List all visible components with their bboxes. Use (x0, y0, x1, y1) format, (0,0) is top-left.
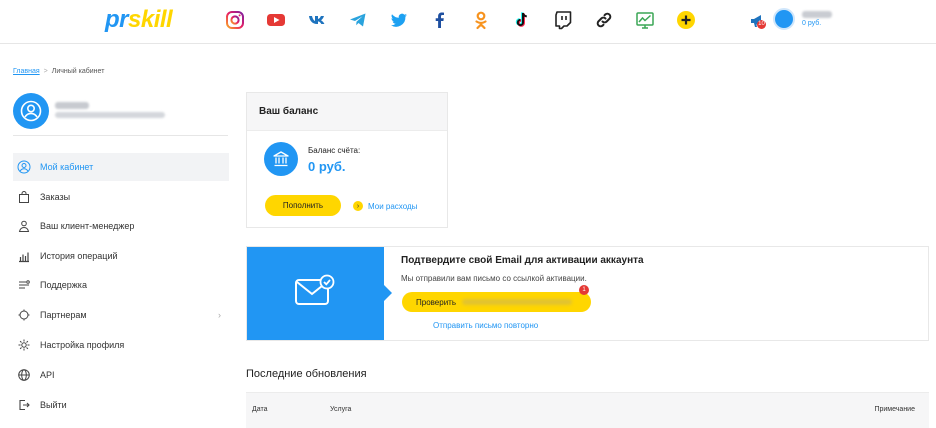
expenses-link[interactable]: › Мои расходы (353, 201, 417, 211)
expenses-link-label: Мои расходы (368, 201, 418, 211)
history-chart-icon (16, 248, 32, 264)
verify-email-redacted (462, 299, 573, 305)
column-header-note: Примечание (874, 406, 915, 413)
email-confirm-subtitle: Мы отправили вам письмо со ссылкой актив… (401, 274, 587, 283)
chevron-right-icon: › (218, 310, 221, 320)
profile-email-redacted (55, 112, 165, 118)
bag-icon (16, 189, 32, 205)
topup-button[interactable]: Пополнить (265, 195, 341, 216)
email-banner (247, 247, 384, 340)
sidebar-item-logout[interactable]: Выйти (13, 391, 229, 419)
sidebar-item-api[interactable]: API (13, 361, 229, 389)
odnoklassniki-icon[interactable] (470, 9, 492, 31)
sidebar-item-history[interactable]: История операций (13, 242, 229, 270)
profile-avatar[interactable] (13, 93, 49, 129)
vk-icon[interactable] (306, 9, 328, 31)
sidebar-item-label: API (40, 370, 55, 380)
updates-table-header: Дата Услуга Примечание (246, 392, 929, 428)
balance-card: Ваш баланс Баланс счёта: 0 руб. Пополнит… (246, 92, 448, 228)
user-circle-icon (16, 159, 32, 175)
link-icon[interactable] (593, 9, 615, 31)
sidebar-item-label: Партнерам (40, 310, 87, 320)
logo-part-2: skill (128, 6, 173, 33)
instagram-icon[interactable] (224, 9, 246, 31)
email-confirm-title: Подтвердите свой Email для активации акк… (401, 255, 644, 266)
sidebar-item-label: Поддержка (40, 280, 87, 290)
twitch-icon[interactable] (552, 9, 574, 31)
balance-value: 0 руб. (308, 159, 346, 174)
resend-email-link[interactable]: Отправить письмо повторно (433, 321, 538, 330)
breadcrumb-home-link[interactable]: Главная (13, 68, 40, 75)
breadcrumb: Главная > Личный кабинет (13, 68, 104, 75)
sidebar-item-support[interactable]: Поддержка (13, 271, 229, 299)
balance-label: Баланс счёта: (308, 146, 361, 155)
plus-icon[interactable] (675, 9, 697, 31)
balance-card-title: Ваш баланс (247, 93, 447, 131)
header-avatar[interactable] (773, 8, 795, 30)
sidebar-item-profile-settings[interactable]: Настройка профиля (13, 331, 229, 359)
api-globe-icon (16, 367, 32, 383)
verify-badge: 1 (579, 285, 589, 295)
column-header-date: Дата (252, 406, 268, 413)
partners-icon (16, 307, 32, 323)
breadcrumb-current: Личный кабинет (51, 68, 105, 75)
sidebar-divider (13, 135, 228, 136)
facebook-icon[interactable] (429, 9, 451, 31)
telegram-icon[interactable] (347, 9, 369, 31)
sidebar-item-label: Заказы (40, 192, 71, 202)
user-icon (20, 100, 42, 122)
support-icon (16, 277, 32, 293)
verify-button-label: Проверить (416, 297, 457, 307)
sidebar-item-label: Выйти (40, 400, 67, 410)
sidebar-item-label: Ваш клиент-менеджер (40, 221, 135, 231)
logo[interactable]: prskill (105, 6, 173, 34)
top-header: prskill 10 0 руб. (0, 0, 936, 44)
bank-icon (264, 142, 298, 176)
manager-icon (16, 218, 32, 234)
breadcrumb-separator-icon: > (43, 68, 48, 75)
notifications-badge: 10 (757, 20, 766, 29)
sidebar-item-label: Настройка профиля (40, 340, 125, 350)
youtube-icon[interactable] (265, 9, 287, 31)
sidebar-item-partners[interactable]: Партнерам › (13, 301, 229, 329)
verify-email-button[interactable]: Проверить (402, 292, 591, 312)
header-username-redacted (802, 11, 832, 18)
email-banner-arrow (384, 285, 392, 301)
chevron-right-icon: › (353, 201, 363, 211)
profile-name-redacted (55, 102, 89, 109)
sidebar-item-orders[interactable]: Заказы (13, 183, 229, 211)
sidebar-item-client-manager[interactable]: Ваш клиент-менеджер (13, 212, 229, 240)
logout-icon (16, 397, 32, 413)
updates-title: Последние обновления (246, 368, 367, 380)
sidebar-item-my-cabinet[interactable]: Мой кабинет (13, 153, 229, 181)
logo-part-1: pr (105, 6, 129, 33)
twitter-icon[interactable] (388, 9, 410, 31)
gear-icon (16, 337, 32, 353)
sidebar-item-label: Мой кабинет (40, 162, 94, 172)
email-confirm-card: Подтвердите свой Email для активации акк… (246, 246, 929, 341)
sidebar-item-label: История операций (40, 251, 118, 261)
tiktok-icon[interactable] (511, 9, 533, 31)
envelope-check-icon (295, 274, 335, 305)
column-header-service: Услуга (330, 406, 352, 413)
header-balance: 0 руб. (802, 20, 822, 27)
stats-icon[interactable] (634, 9, 656, 31)
